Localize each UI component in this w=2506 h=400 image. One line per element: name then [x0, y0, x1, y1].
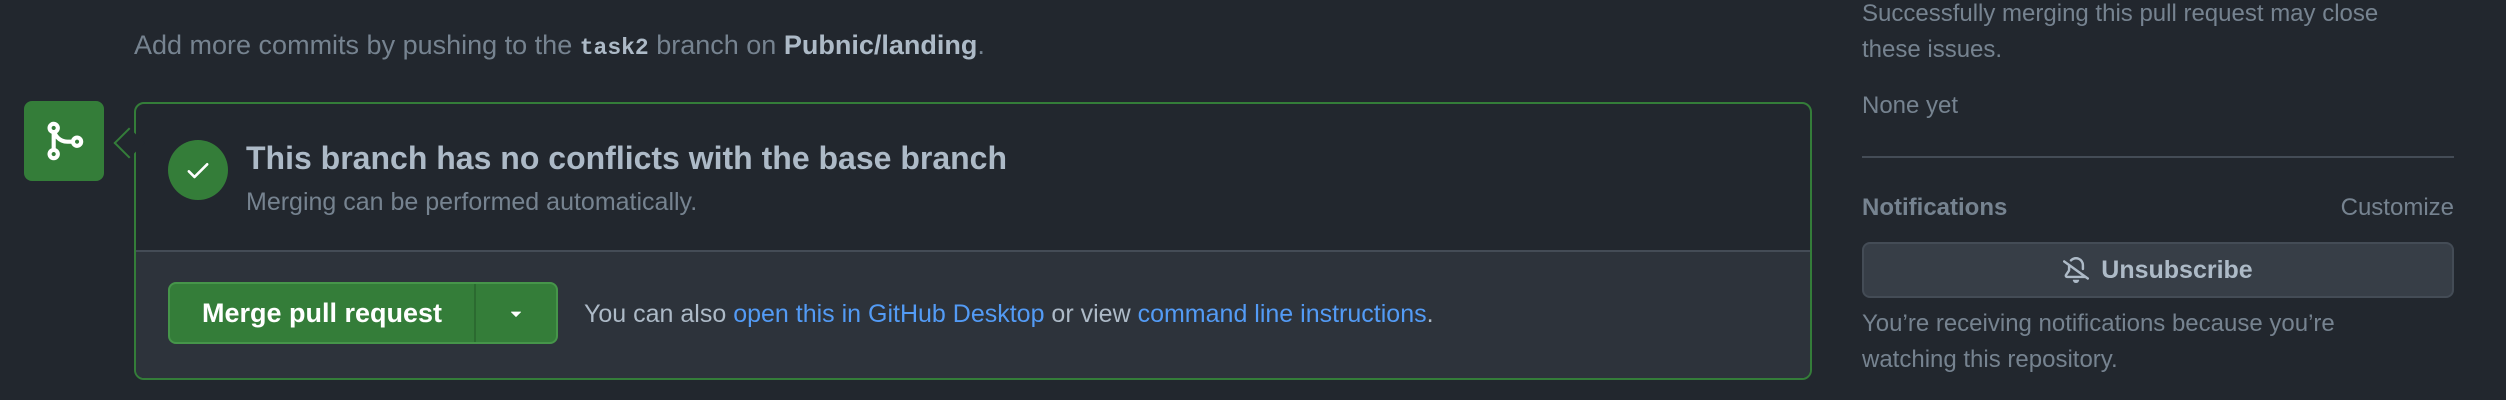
merge-pull-request-button[interactable]: Merge pull request	[170, 284, 474, 342]
merge-alternatives: You can also open this in GitHub Desktop…	[584, 300, 1434, 329]
git-merge-icon	[24, 101, 104, 181]
commit-hint-middle: branch on	[648, 30, 784, 60]
commit-hint-prefix: Add more commits by pushing to the	[134, 30, 580, 60]
merge-button-group: Merge pull request	[168, 282, 559, 344]
merge-status-title: This branch has no conflicts with the ba…	[246, 140, 1008, 176]
repo-name: Pubnic/landing	[783, 30, 978, 60]
sidebar-divider	[1862, 156, 2454, 158]
triangle-down-icon	[511, 311, 522, 317]
merge-status: This branch has no conflicts with the ba…	[136, 104, 1810, 252]
merge-actions: Merge pull request You can also open thi…	[136, 252, 1810, 378]
unsubscribe-button[interactable]: Unsubscribe	[1862, 242, 2454, 298]
branch-name: task2	[579, 35, 649, 61]
check-icon	[168, 140, 228, 200]
linked-issues-note: Successfully merging this pull request m…	[1862, 0, 2379, 63]
notification-reason: You’re receiving notifications because y…	[1862, 310, 2335, 373]
commit-hint-suffix: .	[977, 30, 985, 60]
customize-notifications-link[interactable]: Customize	[2341, 194, 2454, 222]
merge-box: This branch has no conflicts with the ba…	[134, 102, 1812, 380]
pull-request-page: Add more commits by pushing to the task2…	[0, 0, 2506, 400]
unsubscribe-label: Unsubscribe	[2101, 255, 2253, 284]
merge-status-subtitle: Merging can be performed automatically.	[246, 188, 698, 216]
linked-issues-value: None yet	[1862, 92, 1959, 119]
alt-middle: or view	[1044, 300, 1138, 328]
command-line-instructions-link[interactable]: command line instructions	[1138, 300, 1427, 328]
sidebar: Successfully merging this pull request m…	[1862, 0, 2454, 400]
alt-prefix: You can also	[584, 300, 734, 328]
merge-method-dropdown[interactable]	[474, 284, 556, 342]
open-in-desktop-link[interactable]: open this in GitHub Desktop	[733, 300, 1044, 328]
bell-slash-icon	[2063, 257, 2090, 283]
notifications-heading: Notifications	[1862, 194, 2008, 221]
commit-hint: Add more commits by pushing to the task2…	[134, 30, 985, 61]
alt-suffix: .	[1426, 300, 1434, 328]
